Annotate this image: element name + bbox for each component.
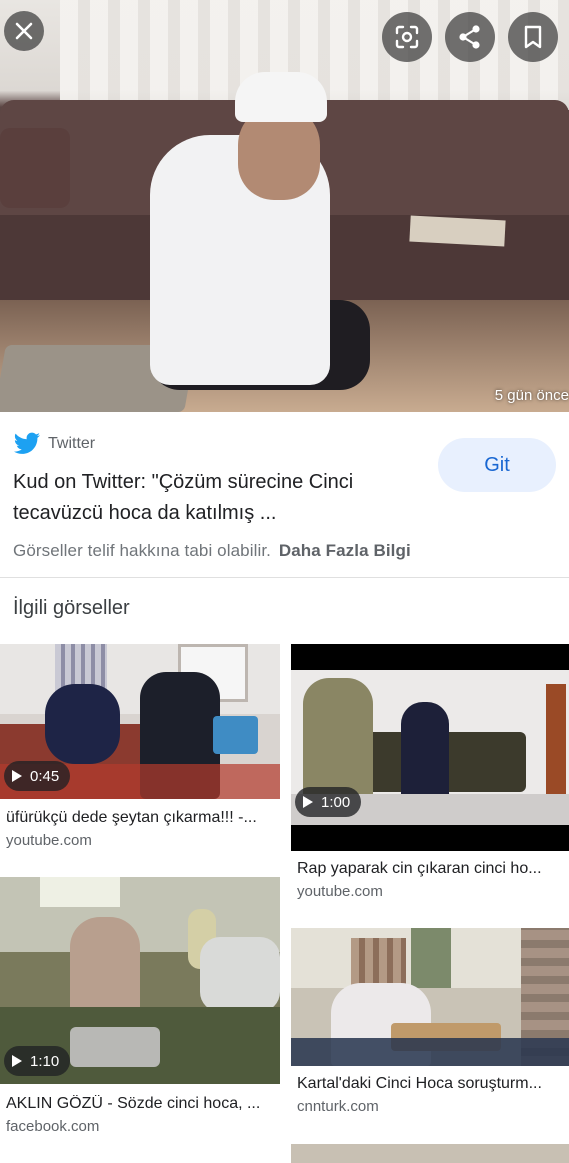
related-card[interactable]: 1:00 Rap yaparak cin çıkaran cinci ho...… xyxy=(291,644,569,904)
video-duration-badge: 1:00 xyxy=(295,787,362,817)
related-thumbnail[interactable]: 1:10 xyxy=(0,877,280,1084)
video-duration-badge: 0:45 xyxy=(4,761,71,791)
related-domain: youtube.com xyxy=(297,883,383,900)
related-domain: youtube.com xyxy=(6,832,92,849)
play-icon xyxy=(303,796,313,808)
related-thumbnail[interactable] xyxy=(291,1144,569,1163)
related-card[interactable]: 1:10 AKLIN GÖZÜ - Sözde cinci hoca, ... … xyxy=(0,877,280,1135)
image-timestamp: 5 gün önce xyxy=(494,387,569,404)
close-button[interactable] xyxy=(4,11,44,51)
share-button[interactable] xyxy=(445,12,495,62)
related-title[interactable]: Rap yaparak cin çıkaran cinci ho... xyxy=(297,860,563,878)
copyright-text: Görseller telif hakkına tabi olabilir. xyxy=(13,541,271,560)
source-row[interactable]: Twitter xyxy=(13,432,95,456)
video-duration: 0:45 xyxy=(30,767,60,785)
related-domain: facebook.com xyxy=(6,1118,100,1135)
related-domain: cnnturk.com xyxy=(297,1098,379,1115)
related-title[interactable]: AKLIN GÖZÜ - Sözde cinci hoca, ... xyxy=(6,1095,276,1113)
image-cushion xyxy=(0,128,70,208)
copyright-notice: Görseller telif hakkına tabi olabilir. D… xyxy=(13,541,411,561)
image-person-cap xyxy=(235,72,327,122)
source-name: Twitter xyxy=(48,435,96,452)
related-thumbnail[interactable] xyxy=(291,928,569,1066)
related-title[interactable]: üfürükçü dede şeytan çıkarma!!! -... xyxy=(6,809,276,827)
related-card[interactable]: Kartal'daki Cinci Hoca soruşturm... cnnt… xyxy=(291,928,569,1128)
more-info-link[interactable]: Daha Fazla Bilgi xyxy=(279,541,411,560)
related-title[interactable]: Kartal'daki Cinci Hoca soruşturm... xyxy=(297,1075,563,1093)
share-icon xyxy=(459,25,480,49)
result-title[interactable]: Kud on Twitter: "Çözüm sürecine Cinci te… xyxy=(13,467,423,529)
google-lens-icon xyxy=(395,25,419,49)
video-duration: 1:00 xyxy=(321,793,351,811)
related-images-heading: İlgili görseller xyxy=(13,597,130,619)
visit-button[interactable]: Git xyxy=(438,438,556,492)
video-duration: 1:10 xyxy=(30,1052,60,1070)
twitter-bird-icon xyxy=(13,432,41,454)
play-icon xyxy=(12,1055,22,1067)
related-card[interactable]: 0:45 üfürükçü dede şeytan çıkarma!!! -..… xyxy=(0,644,280,854)
bookmark-icon xyxy=(524,25,542,49)
divider xyxy=(0,577,569,578)
play-icon xyxy=(12,770,22,782)
google-lens-button[interactable] xyxy=(382,12,432,62)
save-button[interactable] xyxy=(508,12,558,62)
close-icon xyxy=(15,22,33,40)
related-thumbnail[interactable]: 0:45 xyxy=(0,644,280,799)
video-duration-badge: 1:10 xyxy=(4,1046,71,1076)
main-image[interactable]: 5 gün önce xyxy=(0,0,569,412)
image-book xyxy=(409,215,506,247)
related-thumbnail[interactable]: 1:00 xyxy=(291,644,569,851)
